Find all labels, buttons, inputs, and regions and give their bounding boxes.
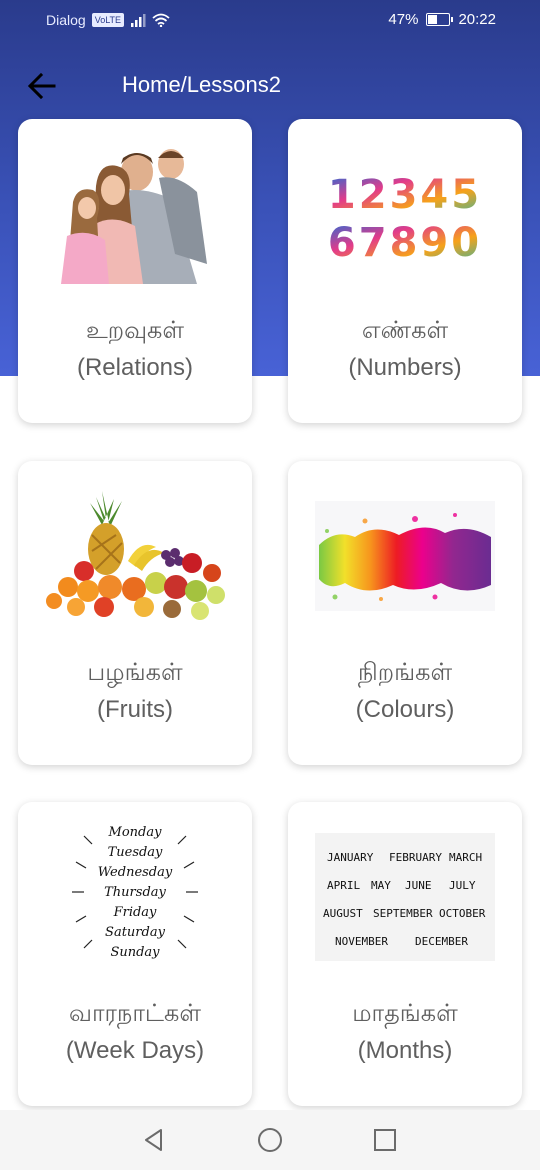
digits-row-1: 12345 [328,172,482,218]
weekday-text: Friday [113,905,157,920]
colorful-digits: 12345 67890 [288,119,522,309]
lesson-card-fruits[interactable]: பழங்கள் (Fruits) [18,461,252,765]
weekday-lettering: Monday Tuesday Wednesday Thursday Friday… [18,802,252,992]
lesson-tamil-label: எண்கள் [361,316,449,344]
weekday-text: Monday [108,825,163,840]
month-text: FEBRUARY [389,851,442,864]
month-text: JANUARY [327,851,374,864]
month-text: APRIL [327,879,360,892]
lesson-card-months[interactable]: JANUARY FEBRUARY MARCH APRIL MAY JUNE JU… [288,802,522,1106]
weekday-text: Saturday [105,925,166,940]
signal-icon [131,14,146,27]
lesson-tamil-label: மாதங்கள் [352,999,458,1027]
weekday-text: Sunday [110,945,160,960]
lesson-card-week-days[interactable]: Monday Tuesday Wednesday Thursday Friday… [18,802,252,1106]
status-right: 47% 20:22 [388,11,496,28]
month-text: JUNE [405,879,432,892]
lesson-label: உறவுகள் (Relations) [18,311,252,387]
month-text: AUGUST [323,907,363,920]
lesson-tamil-label: பழங்கள் [87,658,183,686]
status-bar: Dialog VoLTE 47% 20:22 [0,0,540,44]
arrow-left-icon[interactable] [22,66,62,106]
month-text: NOVEMBER [335,935,388,948]
system-nav-bar [0,1110,540,1170]
app-bar: Home/Lessons2 [0,44,540,126]
carrier-label: Dialog [46,12,86,28]
lesson-english-label: (Numbers) [348,354,462,381]
lesson-label: பழங்கள் (Fruits) [18,653,252,729]
lesson-english-label: (Months) [357,1037,453,1064]
lesson-english-label: (Week Days) [65,1037,205,1064]
square-recents-icon[interactable] [371,1126,399,1154]
weekday-text: Thursday [104,885,166,900]
status-left: Dialog VoLTE [46,12,170,28]
battery-icon [426,13,454,26]
lesson-card-colours[interactable]: நிறங்கள் (Colours) [288,461,522,765]
lesson-label: எண்கள் (Numbers) [288,311,522,387]
wifi-icon [152,13,170,27]
volte-badge: VoLTE [91,13,125,27]
month-text: SEPTEMBER [373,907,433,920]
month-text: MARCH [449,851,482,864]
lesson-label: வாரநாட்கள் (Week Days) [18,994,252,1070]
month-text: MAY [371,879,391,892]
lesson-english-label: (Relations) [76,354,194,381]
fruit-pile [18,461,252,651]
month-text: JULY [449,879,476,892]
page-title: Home/Lessons2 [122,72,281,97]
lesson-card-numbers[interactable]: 12345 67890 எண்கள் (Numbers) [288,119,522,423]
battery-percent: 47% [388,11,419,28]
month-text: DECEMBER [415,935,468,948]
weekday-text: Wednesday [98,865,173,880]
month-text: OCTOBER [439,907,486,920]
digits-row-2: 67890 [328,220,482,264]
month-lettering: JANUARY FEBRUARY MARCH APRIL MAY JUNE JU… [288,802,522,992]
lesson-label: நிறங்கள் (Colours) [288,653,522,729]
lesson-tamil-label: உறவுகள் [85,316,185,344]
family-photo [18,119,252,309]
lesson-english-label: (Colours) [355,696,455,723]
clock: 20:22 [458,11,496,28]
lesson-english-label: (Fruits) [97,696,173,723]
lesson-label: மாதங்கள் (Months) [288,994,522,1070]
lesson-tamil-label: நிறங்கள் [357,658,453,686]
weekday-text: Tuesday [108,845,163,860]
paint-splash [288,461,522,651]
triangle-back-icon[interactable] [140,1126,168,1154]
circle-home-icon[interactable] [256,1126,284,1154]
lesson-card-relations[interactable]: உறவுகள் (Relations) [18,119,252,423]
lesson-tamil-label: வாரநாட்கள் [69,999,201,1027]
